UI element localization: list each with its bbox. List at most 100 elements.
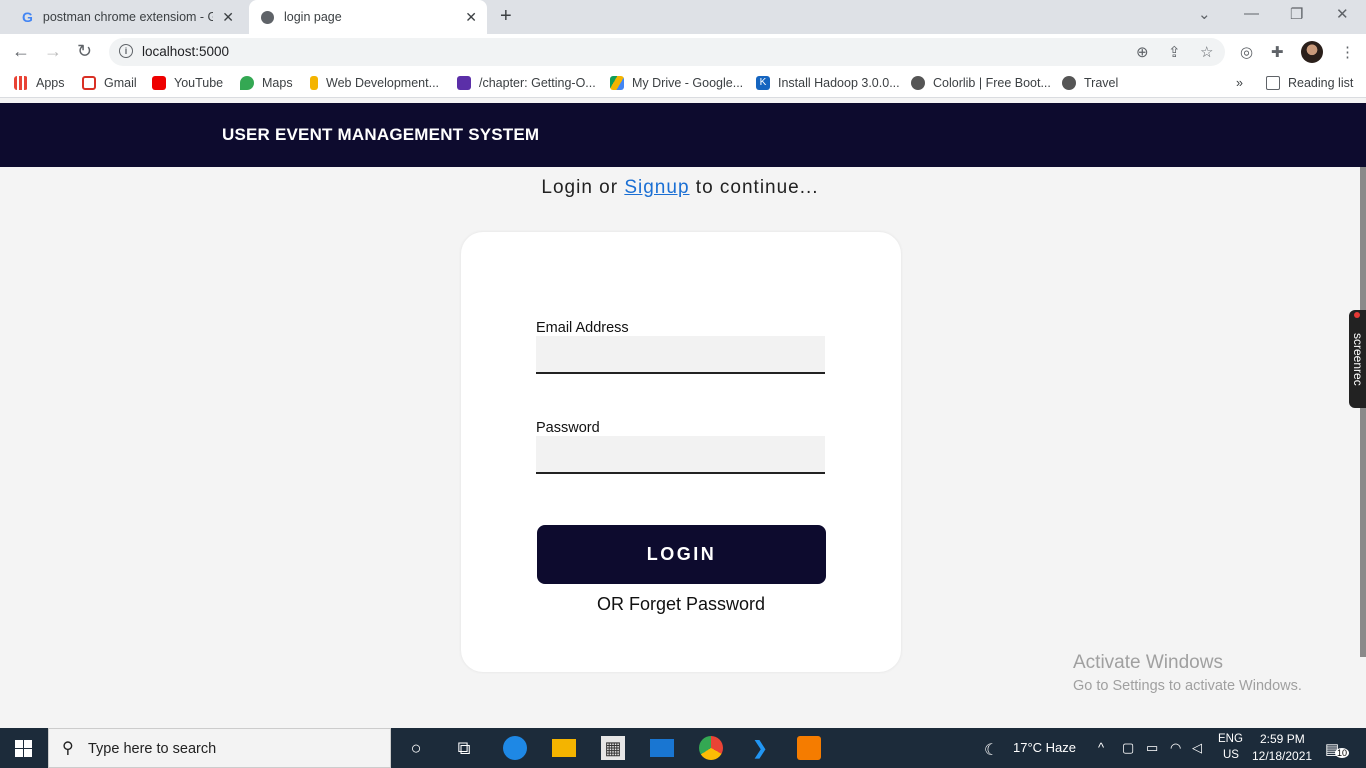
reading-list-label: Reading list	[1288, 76, 1354, 90]
search-icon: ⚲	[62, 740, 74, 757]
tab-title: login page	[284, 10, 342, 24]
screenrec-widget[interactable]: screenrec	[1349, 310, 1366, 408]
bookmark-colorlib[interactable]: Colorlib | Free Boot...	[911, 76, 1051, 90]
clock-time[interactable]: 2:59 PM	[1260, 732, 1305, 746]
google-icon: G	[22, 9, 33, 25]
site-navbar: USER EVENT MANAGEMENT SYSTEM	[0, 103, 1366, 167]
tab-login-page[interactable]: login page ✕	[249, 0, 487, 34]
email-field[interactable]	[536, 336, 825, 374]
zoom-icon[interactable]: ⊕	[1136, 43, 1149, 61]
xampp-icon[interactable]	[797, 736, 821, 760]
minimize-icon[interactable]: —	[1244, 5, 1259, 22]
reading-list-button[interactable]: Reading list	[1266, 76, 1353, 90]
language-bottom[interactable]: US	[1223, 749, 1239, 761]
address-bar[interactable]: i localhost:5000	[109, 38, 1225, 66]
share-icon[interactable]: ⇪	[1168, 43, 1181, 61]
more-bookmarks-button[interactable]: »	[1236, 76, 1243, 90]
taskbar-search-box[interactable]: ⚲ Type here to search	[48, 728, 391, 768]
avatar[interactable]	[1301, 41, 1323, 63]
windows-taskbar: ⚲ Type here to search ○ ⧉ ▦ ❯ ☾ 17°C Haz…	[0, 728, 1366, 768]
back-icon[interactable]: ←	[12, 41, 30, 62]
tab-search-icon[interactable]: ⌄	[1198, 5, 1211, 23]
login-card: Email Address Password LOGIN OR Forget P…	[461, 232, 901, 672]
site-brand[interactable]: USER EVENT MANAGEMENT SYSTEM	[222, 125, 539, 145]
weather-text[interactable]: 17°C Haze	[1013, 740, 1076, 755]
address-text: localhost:5000	[142, 44, 230, 59]
file-explorer-icon[interactable]	[552, 739, 576, 757]
menu-icon[interactable]: ⋮	[1340, 43, 1355, 61]
clock-date[interactable]: 12/18/2021	[1252, 749, 1312, 763]
battery-icon[interactable]: ▭	[1146, 740, 1158, 756]
forward-icon[interactable]: →	[44, 41, 62, 62]
tab-postman[interactable]: G postman chrome extensiom - Go ✕	[8, 0, 244, 34]
gmail-icon	[82, 76, 96, 90]
activate-windows-watermark: Activate Windows Go to Settings to activ…	[1073, 652, 1302, 694]
globe-icon	[911, 76, 925, 90]
chrome-icon[interactable]	[699, 736, 723, 760]
purple-logo-icon	[457, 76, 471, 90]
reload-icon[interactable]: ↻	[77, 41, 92, 62]
network-icon[interactable]: ▢	[1122, 740, 1134, 756]
taskbar-search-placeholder: Type here to search	[88, 741, 217, 757]
activate-windows-subtitle: Go to Settings to activate Windows.	[1073, 678, 1302, 694]
page-scrollbar[interactable]	[1360, 167, 1366, 657]
task-view-icon[interactable]: ⧉	[452, 736, 476, 760]
bookmark-label: My Drive - Google...	[632, 76, 744, 90]
google-drive-icon	[610, 76, 624, 90]
page-heading: Login or Signup to continue...	[0, 177, 1360, 199]
password-label: Password	[536, 420, 600, 436]
notifications-count: 10	[1335, 748, 1350, 758]
mail-icon[interactable]	[650, 739, 674, 757]
tab-strip: G postman chrome extensiom - Go ✕ login …	[0, 0, 1366, 34]
bookmark-chapter[interactable]: /chapter: Getting-O...	[457, 76, 596, 90]
bookmark-travel[interactable]: Travel	[1062, 76, 1118, 90]
bookmark-my-drive[interactable]: My Drive - Google...	[610, 76, 743, 90]
bookmark-star-icon[interactable]: ☆	[1200, 43, 1213, 61]
show-hidden-icons-icon[interactable]: ^	[1098, 740, 1104, 755]
edge-icon[interactable]	[503, 736, 527, 760]
bookmark-label: Install Hadoop 3.0.0...	[778, 76, 900, 90]
windows-start-icon[interactable]	[15, 740, 32, 757]
store-icon[interactable]: ▦	[601, 736, 625, 760]
password-field[interactable]	[536, 436, 825, 474]
bookmark-label: YouTube	[174, 76, 224, 90]
record-dot-icon	[1354, 312, 1360, 318]
activate-windows-title: Activate Windows	[1073, 652, 1223, 673]
bookmark-label: Apps	[36, 76, 65, 90]
bookmark-maps[interactable]: Maps	[240, 76, 293, 90]
reading-list-icon	[1266, 76, 1280, 90]
signup-link[interactable]: Signup	[624, 177, 689, 198]
bookmark-label: Colorlib | Free Boot...	[933, 76, 1051, 90]
close-tab-icon[interactable]: ✕	[222, 9, 234, 26]
cortana-icon[interactable]: ○	[404, 736, 428, 760]
heading-prefix: Login or	[541, 177, 625, 198]
globe-icon	[1062, 76, 1076, 90]
wifi-icon[interactable]: ◠	[1170, 740, 1181, 756]
bookmark-apps[interactable]: Apps	[14, 76, 65, 90]
language-top[interactable]: ENG	[1218, 733, 1243, 745]
puzzle-icon[interactable]: ✚	[1271, 43, 1284, 61]
youtube-icon	[152, 76, 166, 90]
restore-icon[interactable]: ❐	[1290, 5, 1303, 23]
bookmark-label: Gmail	[104, 76, 137, 90]
bookmark-label: Travel	[1084, 76, 1119, 90]
extension-icon[interactable]: ◎	[1240, 43, 1253, 61]
browser-toolbar: ← → ↻ i localhost:5000 ⊕ ⇪ ☆ ◎ ✚ ⋮	[0, 34, 1366, 70]
new-tab-button[interactable]: +	[500, 5, 512, 28]
heading-suffix: to continue...	[689, 177, 819, 198]
globe-icon	[261, 10, 274, 24]
info-icon[interactable]: i	[119, 44, 133, 58]
bookmark-youtube[interactable]: YouTube	[152, 76, 223, 90]
login-button[interactable]: LOGIN	[537, 525, 826, 584]
vscode-icon[interactable]: ❯	[748, 736, 772, 760]
bookmark-gmail[interactable]: Gmail	[82, 76, 137, 90]
close-window-icon[interactable]: ✕	[1336, 5, 1349, 23]
bookmark-hadoop[interactable]: K Install Hadoop 3.0.0...	[756, 76, 900, 90]
close-tab-icon[interactable]: ✕	[465, 9, 477, 26]
weather-moon-icon[interactable]: ☾	[984, 740, 998, 760]
bookmark-label: Maps	[262, 76, 293, 90]
volume-icon[interactable]: ◁	[1192, 740, 1202, 756]
forget-password-link[interactable]: OR Forget Password	[461, 594, 901, 615]
maps-pin-icon	[240, 76, 254, 90]
bookmark-web-development[interactable]: Web Development...	[310, 76, 439, 90]
